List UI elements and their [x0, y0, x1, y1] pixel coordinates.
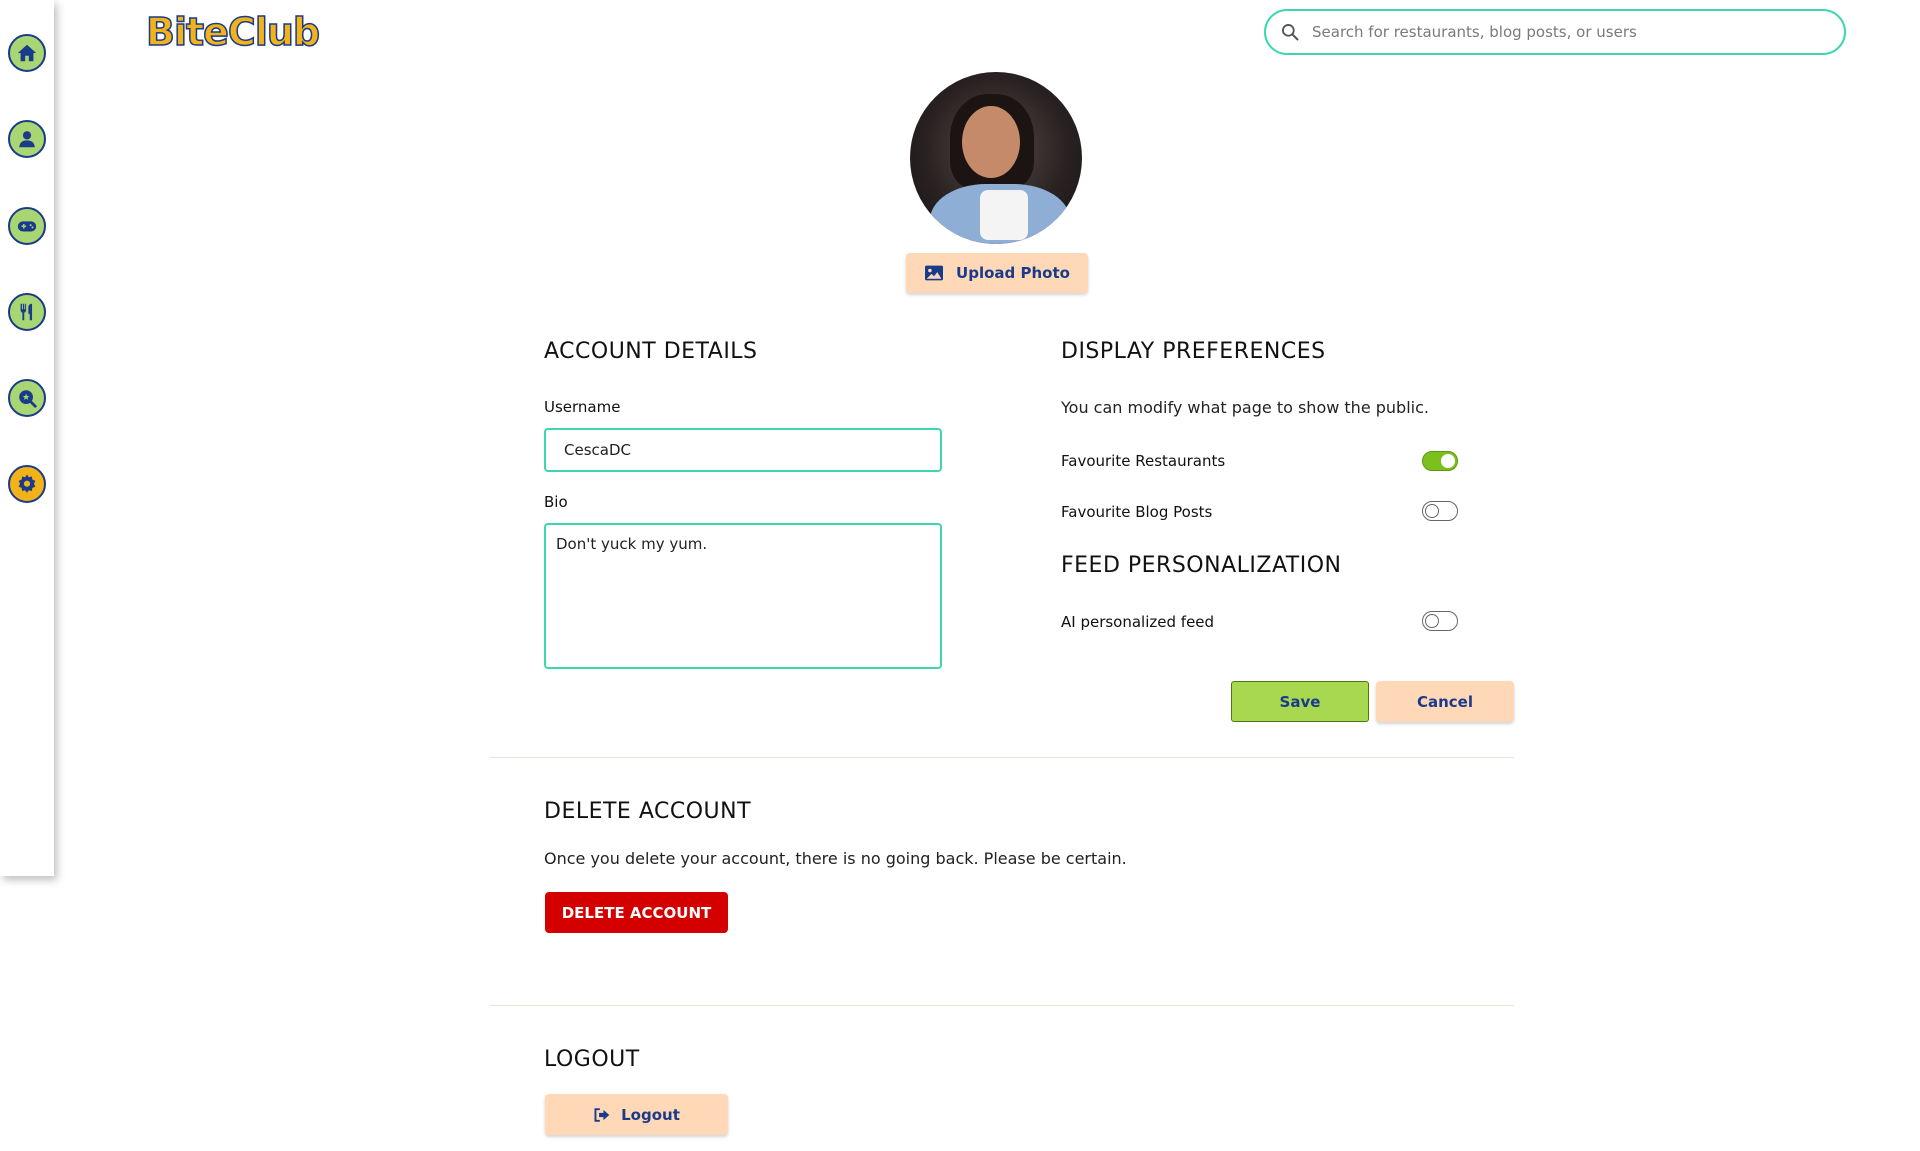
upload-photo-button[interactable]: Upload Photo: [906, 253, 1088, 293]
favourite-restaurants-toggle[interactable]: [1422, 451, 1458, 471]
profile-photo: [910, 72, 1082, 244]
favourite-blog-posts-toggle[interactable]: [1422, 501, 1458, 521]
sign-out-icon: [594, 1107, 610, 1122]
favourite-restaurants-label: Favourite Restaurants: [1061, 452, 1226, 470]
username-label: Username: [544, 398, 621, 416]
logout-label: Logout: [621, 1105, 680, 1124]
logout-button[interactable]: Logout: [545, 1094, 728, 1135]
section-divider: [490, 1005, 1514, 1006]
sidebar: [0, 0, 54, 876]
user-icon: [19, 131, 35, 148]
cancel-button[interactable]: Cancel: [1376, 681, 1514, 722]
search-input[interactable]: [1310, 22, 1810, 42]
gamepad-icon: [17, 221, 37, 232]
delete-account-button[interactable]: DELETE ACCOUNT: [545, 892, 728, 933]
sidebar-item-search-reviews[interactable]: [8, 379, 46, 417]
sidebar-item-restaurants[interactable]: [8, 293, 46, 331]
upload-photo-label: Upload Photo: [956, 264, 1070, 282]
sidebar-item-home[interactable]: [8, 34, 46, 72]
search-icon: [1282, 24, 1299, 41]
username-field[interactable]: [544, 428, 942, 472]
section-divider: [490, 757, 1514, 758]
display-preferences-heading: DISPLAY PREFERENCES: [1061, 339, 1326, 364]
sidebar-item-profile[interactable]: [8, 120, 46, 158]
magnifier-star-icon: [19, 390, 37, 408]
ai-feed-toggle[interactable]: [1422, 611, 1458, 631]
logout-heading: LOGOUT: [544, 1047, 640, 1072]
ai-feed-label: AI personalized feed: [1061, 613, 1215, 631]
account-details-heading: ACCOUNT DETAILS: [544, 339, 758, 364]
utensils-icon: [20, 303, 33, 321]
search-bar[interactable]: [1264, 9, 1846, 55]
delete-account-heading: DELETE ACCOUNT: [544, 799, 752, 824]
favourite-blog-posts-label: Favourite Blog Posts: [1061, 503, 1213, 521]
feed-personalization-heading: FEED PERSONALIZATION: [1061, 553, 1342, 578]
home-icon: [17, 44, 37, 62]
sidebar-item-games[interactable]: [8, 207, 46, 245]
save-button[interactable]: Save: [1231, 681, 1369, 722]
app-logo[interactable]: BiteClub: [145, 9, 321, 55]
display-preferences-description: You can modify what page to show the pub…: [1061, 398, 1429, 417]
delete-account-description: Once you delete your account, there is n…: [544, 849, 1127, 868]
bio-label: Bio: [544, 493, 568, 511]
gear-icon: [18, 474, 36, 493]
image-icon: [925, 265, 944, 281]
bio-field[interactable]: Don't yuck my yum.: [544, 523, 942, 669]
sidebar-item-settings[interactable]: [8, 465, 46, 503]
